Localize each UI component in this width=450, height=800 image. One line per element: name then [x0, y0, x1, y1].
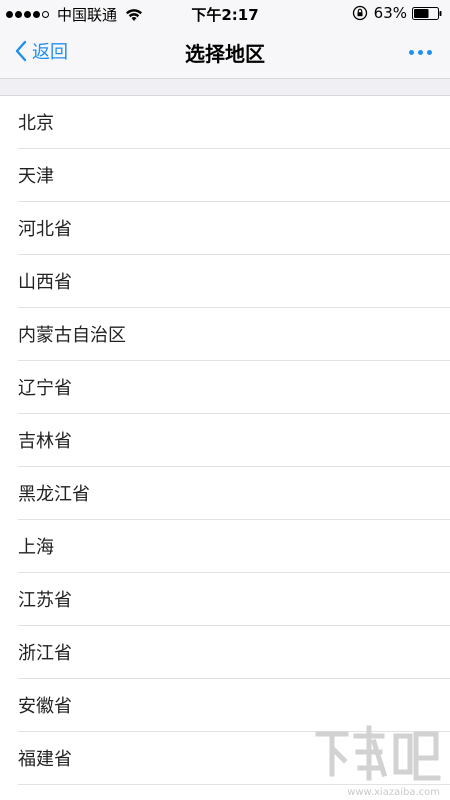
region-item[interactable]: 天津 [18, 149, 450, 202]
more-dots-icon [409, 50, 414, 55]
region-item[interactable]: 辽宁省 [18, 361, 450, 414]
status-bar: 中国联通 下午2:17 63% [0, 0, 450, 26]
region-list: 北京 天津 河北省 山西省 内蒙古自治区 辽宁省 吉林省 黑龙江省 上海 江苏省… [0, 96, 450, 785]
region-item[interactable]: 黑龙江省 [18, 467, 450, 520]
page-title: 选择地区 [185, 42, 265, 66]
section-separator [0, 79, 450, 96]
navigation-bar: 返回 选择地区 [0, 26, 450, 79]
rotation-lock-icon [352, 5, 367, 21]
watermark-url: www.xiazaiba.com [347, 787, 440, 798]
region-item[interactable]: 内蒙古自治区 [18, 308, 450, 361]
region-item[interactable]: 北京 [18, 96, 450, 149]
region-item[interactable]: 浙江省 [18, 626, 450, 679]
region-item[interactable]: 山西省 [18, 255, 450, 308]
region-item[interactable]: 河北省 [18, 202, 450, 255]
battery-percent: 63% [373, 4, 407, 22]
region-item[interactable]: 上海 [18, 520, 450, 573]
region-item[interactable]: 吉林省 [18, 414, 450, 467]
status-right: 63% [352, 4, 442, 22]
battery-icon [412, 6, 442, 20]
watermark-logo [315, 725, 441, 781]
more-options-button[interactable] [405, 50, 432, 55]
region-item[interactable]: 江苏省 [18, 573, 450, 626]
